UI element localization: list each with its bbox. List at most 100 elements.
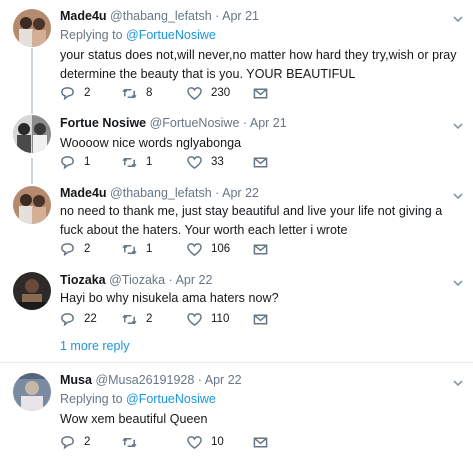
reply-count: 2 [84,243,91,255]
retweet-icon [122,157,137,167]
reply-button[interactable]: 2 [60,84,90,102]
retweet-button[interactable]: 1 [122,240,152,258]
conversation-thread: Made4u @thabang_lefatsh · Apr 21 Replyin… [0,0,473,466]
retweet-button[interactable]: 8 [122,84,152,102]
reply-button[interactable]: 2 [60,433,90,451]
reply-button[interactable]: 22 [60,310,97,328]
chevron-down-icon[interactable] [453,12,463,23]
retweet-button[interactable]: 1 [122,153,152,171]
reply-count: 22 [84,313,97,325]
heart-icon [187,242,202,256]
chevron-down-icon[interactable] [453,119,463,130]
replying-to: Replying to @FortueNosiwe [60,391,465,407]
like-button[interactable]: 110 [187,310,229,328]
reply-button[interactable]: 1 [60,153,90,171]
separator: · [215,9,220,23]
tweet-header: Made4u @thabang_lefatsh · Apr 22 [60,185,465,201]
direct-message-button[interactable] [253,240,268,258]
tweet[interactable]: Fortue Nosiwe @FortueNosiwe · Apr 21 Woo… [0,112,473,180]
display-name[interactable]: Tiozaka [60,273,106,287]
user-handle[interactable]: @thabang_lefatsh [110,9,212,23]
user-handle[interactable]: @Tiozaka [109,273,165,287]
retweet-icon [122,437,137,447]
avatar[interactable] [13,115,51,153]
avatar[interactable] [13,373,51,411]
tweet-header: Fortue Nosiwe @FortueNosiwe · Apr 21 [60,115,465,131]
tweet-header: Musa @Musa26191928 · Apr 22 [60,372,465,388]
like-count: 33 [211,156,224,168]
reply-count: 2 [84,436,91,448]
reply-icon [61,155,74,169]
user-handle[interactable]: @FortueNosiwe [150,116,240,130]
avatar[interactable] [13,186,51,224]
chevron-down-icon[interactable] [453,189,463,200]
tweet[interactable]: Tiozaka @Tiozaka · Apr 22 Hayi bo why ni… [0,264,473,336]
mention-link[interactable]: @FortueNosiwe [126,28,216,42]
envelope-icon [253,88,268,98]
envelope-icon [253,437,268,447]
like-button[interactable]: 33 [187,153,224,171]
tweet-text: Woooow nice words nglyabonga [60,136,242,150]
like-button[interactable]: 10 [187,433,224,451]
direct-message-button[interactable] [253,84,268,102]
avatar[interactable] [13,9,51,47]
retweet-count: 1 [146,243,153,255]
user-handle[interactable]: @Musa26191928 [95,373,194,387]
retweet-count: 8 [146,87,153,99]
reply-button[interactable]: 2 [60,240,90,258]
reply-icon [61,242,74,256]
tweet[interactable]: Made4u @thabang_lefatsh · Apr 22 no need… [0,180,473,264]
direct-message-button[interactable] [253,310,268,328]
reply-count: 1 [84,156,91,168]
display-name[interactable]: Made4u [60,186,107,200]
tweet-text: Wow xem beautiful Queen [60,412,208,426]
like-count: 230 [211,87,231,99]
heart-icon [187,435,202,449]
tweet-date[interactable]: Apr 22 [176,273,213,287]
tweet-date[interactable]: Apr 22 [205,373,242,387]
heart-icon [187,155,202,169]
like-button[interactable]: 230 [187,84,230,102]
envelope-icon [253,314,268,324]
tweet[interactable]: Musa @Musa26191928 · Apr 22 Replying to … [0,363,473,466]
tweet[interactable]: Made4u @thabang_lefatsh · Apr 21 Replyin… [0,0,473,112]
display-name[interactable]: Made4u [60,9,107,23]
tweet-date[interactable]: Apr 22 [222,186,259,200]
envelope-icon [253,244,268,254]
more-replies-link[interactable]: 1 more reply [60,339,129,353]
direct-message-button[interactable] [253,153,268,171]
avatar[interactable] [13,272,51,310]
retweet-button[interactable]: 2 [122,310,152,328]
retweet-icon [122,314,137,324]
tweet-text: Hayi bo why nisukela ama haters now? [60,291,279,305]
heart-icon [187,312,202,326]
separator: · [242,116,248,130]
display-name[interactable]: Fortue Nosiwe [60,116,146,130]
retweet-icon [122,88,137,98]
chevron-down-icon[interactable] [453,376,463,387]
replying-prefix: Replying to [60,392,123,406]
display-name[interactable]: Musa [60,373,92,387]
mention-link[interactable]: @FortueNosiwe [126,392,216,406]
reply-icon [61,86,74,100]
direct-message-button[interactable] [253,433,268,451]
tweet-date[interactable]: Apr 21 [222,9,259,23]
reply-icon [61,435,74,449]
envelope-icon [253,157,268,167]
like-button[interactable]: 106 [187,240,230,258]
tweet-header: Made4u @thabang_lefatsh · Apr 21 [60,8,465,24]
tweet-text: no need to thank me, just stay beautiful… [60,204,443,237]
replying-to: Replying to @FortueNosiwe [60,27,465,43]
tweet-text: your status does not,will never,no matte… [60,48,457,81]
heart-icon [187,86,202,100]
chevron-down-icon[interactable] [453,276,463,287]
reply-count: 2 [84,87,91,99]
separator: · [168,273,173,287]
retweet-button[interactable] [122,433,146,451]
tweet-date[interactable]: Apr 21 [250,116,287,130]
user-handle[interactable]: @thabang_lefatsh [110,186,212,200]
like-count: 110 [211,313,230,325]
tweet-header: Tiozaka @Tiozaka · Apr 22 [60,272,465,288]
replying-prefix: Replying to [60,28,123,42]
like-count: 10 [211,436,224,448]
